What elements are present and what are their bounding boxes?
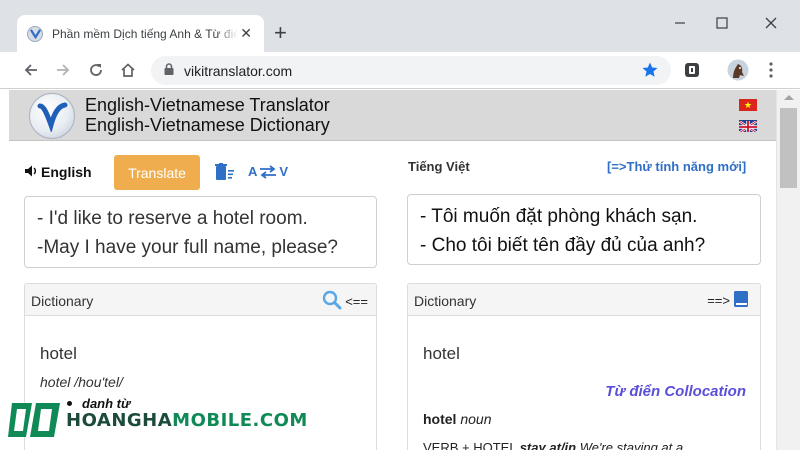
verb-line-example: We're staying at a <box>579 440 684 450</box>
close-icon[interactable] <box>756 10 786 36</box>
profile-avatar[interactable] <box>726 58 750 82</box>
verb-line-prefix: VERB + HOTEL <box>423 440 517 450</box>
collocation-dictionary-link[interactable]: Từ điển Collocation <box>605 383 746 400</box>
dictionary-panel-header: Dictionary <== <box>25 284 376 316</box>
dictionary-header-label: Dictionary <box>414 293 477 309</box>
site-title-dictionary[interactable]: English-Vietnamese Dictionary <box>85 115 330 136</box>
clear-text-icon[interactable] <box>215 163 235 186</box>
menu-icon[interactable] <box>759 58 783 82</box>
collocation-word: hotel <box>423 411 457 427</box>
site-favicon-icon <box>27 25 43 42</box>
minimize-icon[interactable] <box>665 10 695 36</box>
translation-line: - Cho tôi biết tên đầy đủ của anh? <box>420 235 706 256</box>
translate-button[interactable]: Translate <box>114 155 200 190</box>
watermark-part1: HOANGHA <box>66 409 173 431</box>
browser-titlebar: Phần mềm Dịch tiếng Anh & Từ điển Anh Vi… <box>0 0 800 52</box>
watermark-logo: HOANGHAMOBILE.COM <box>8 400 308 440</box>
speaker-icon <box>25 164 41 180</box>
swap-arrows-icon <box>260 164 277 179</box>
dictionary-panel-header: Dictionary ==> <box>408 284 760 316</box>
source-line: - I'd like to reserve a hotel room. <box>37 208 308 229</box>
dictionary-word: hotel <box>423 344 460 363</box>
dictionary-header-label: Dictionary <box>31 293 94 309</box>
source-text-input[interactable]: - I'd like to reserve a hotel room. -May… <box>24 196 377 268</box>
tab-close-icon[interactable]: ✕ <box>238 25 254 42</box>
browser-toolbar: vikitranslator.com <box>0 52 800 89</box>
verb-line-bold: stay at/in <box>519 440 577 450</box>
address-bar[interactable]: vikitranslator.com <box>151 56 671 85</box>
collocation-pos: noun <box>460 411 492 427</box>
source-language-speak[interactable]: English <box>25 164 92 180</box>
copy-right-arrow[interactable]: ==> <box>707 293 730 308</box>
translation-line: - Tôi muốn đặt phòng khách sạn. <box>420 206 698 227</box>
target-language-label: Tiếng Việt <box>408 159 470 174</box>
watermark-mark-icon <box>8 403 60 437</box>
home-icon[interactable] <box>116 58 140 82</box>
back-icon[interactable] <box>19 58 43 82</box>
page-content: English-Vietnamese Translator English-Vi… <box>9 90 776 450</box>
uk-flag-icon[interactable] <box>739 120 757 132</box>
source-line: -May I have your full name, please? <box>37 237 338 258</box>
lock-icon <box>164 62 174 80</box>
dictionary-word: hotel <box>40 344 77 363</box>
collocation-verb-line: VERB + HOTEL stay at/in We're staying at… <box>423 440 683 450</box>
new-feature-link[interactable]: [=>Thử tính năng mới] <box>607 159 746 174</box>
site-title-translator[interactable]: English-Vietnamese Translator <box>85 95 330 116</box>
watermark-part2: MOBILE.COM <box>172 409 308 431</box>
book-icon[interactable] <box>730 290 752 311</box>
maximize-icon[interactable] <box>707 10 737 36</box>
tab-title: Phần mềm Dịch tiếng Anh & Từ điển Anh Vi… <box>52 26 239 41</box>
scroll-up-arrow-icon[interactable] <box>784 95 794 100</box>
watermark-text: HOANGHAMOBILE.COM <box>66 410 308 431</box>
site-header: English-Vietnamese Translator English-Vi… <box>9 90 776 141</box>
page-scrollbar[interactable] <box>776 90 800 450</box>
copy-left-arrow[interactable]: <== <box>345 294 368 309</box>
phonetic-text: hotel /hou'tel/ <box>40 374 123 390</box>
vietnam-flag-icon[interactable]: ★ <box>739 99 757 111</box>
swap-language-button[interactable]: A V <box>248 164 288 179</box>
extension-icon[interactable] <box>680 58 704 82</box>
source-language-label: English <box>41 164 92 180</box>
site-logo[interactable] <box>29 93 75 139</box>
dictionary-panel-vietnamese: Dictionary ==> hotel Từ điển Collocation… <box>407 283 761 450</box>
bookmark-star-icon[interactable] <box>641 61 659 84</box>
collocation-headword: hotel noun <box>423 411 492 427</box>
browser-tab[interactable]: Phần mềm Dịch tiếng Anh & Từ điển Anh Vi… <box>17 15 264 52</box>
swap-from-label: A <box>248 164 258 179</box>
swap-to-label: V <box>279 164 289 179</box>
scrollbar-thumb[interactable] <box>780 108 797 188</box>
translation-output[interactable]: - Tôi muốn đặt phòng khách sạn. - Cho tô… <box>407 194 761 265</box>
new-tab-button[interactable]: + <box>274 22 287 44</box>
reload-icon[interactable] <box>84 58 108 82</box>
forward-icon[interactable] <box>51 58 75 82</box>
search-icon[interactable] <box>319 290 345 313</box>
url-text: vikitranslator.com <box>184 62 293 79</box>
